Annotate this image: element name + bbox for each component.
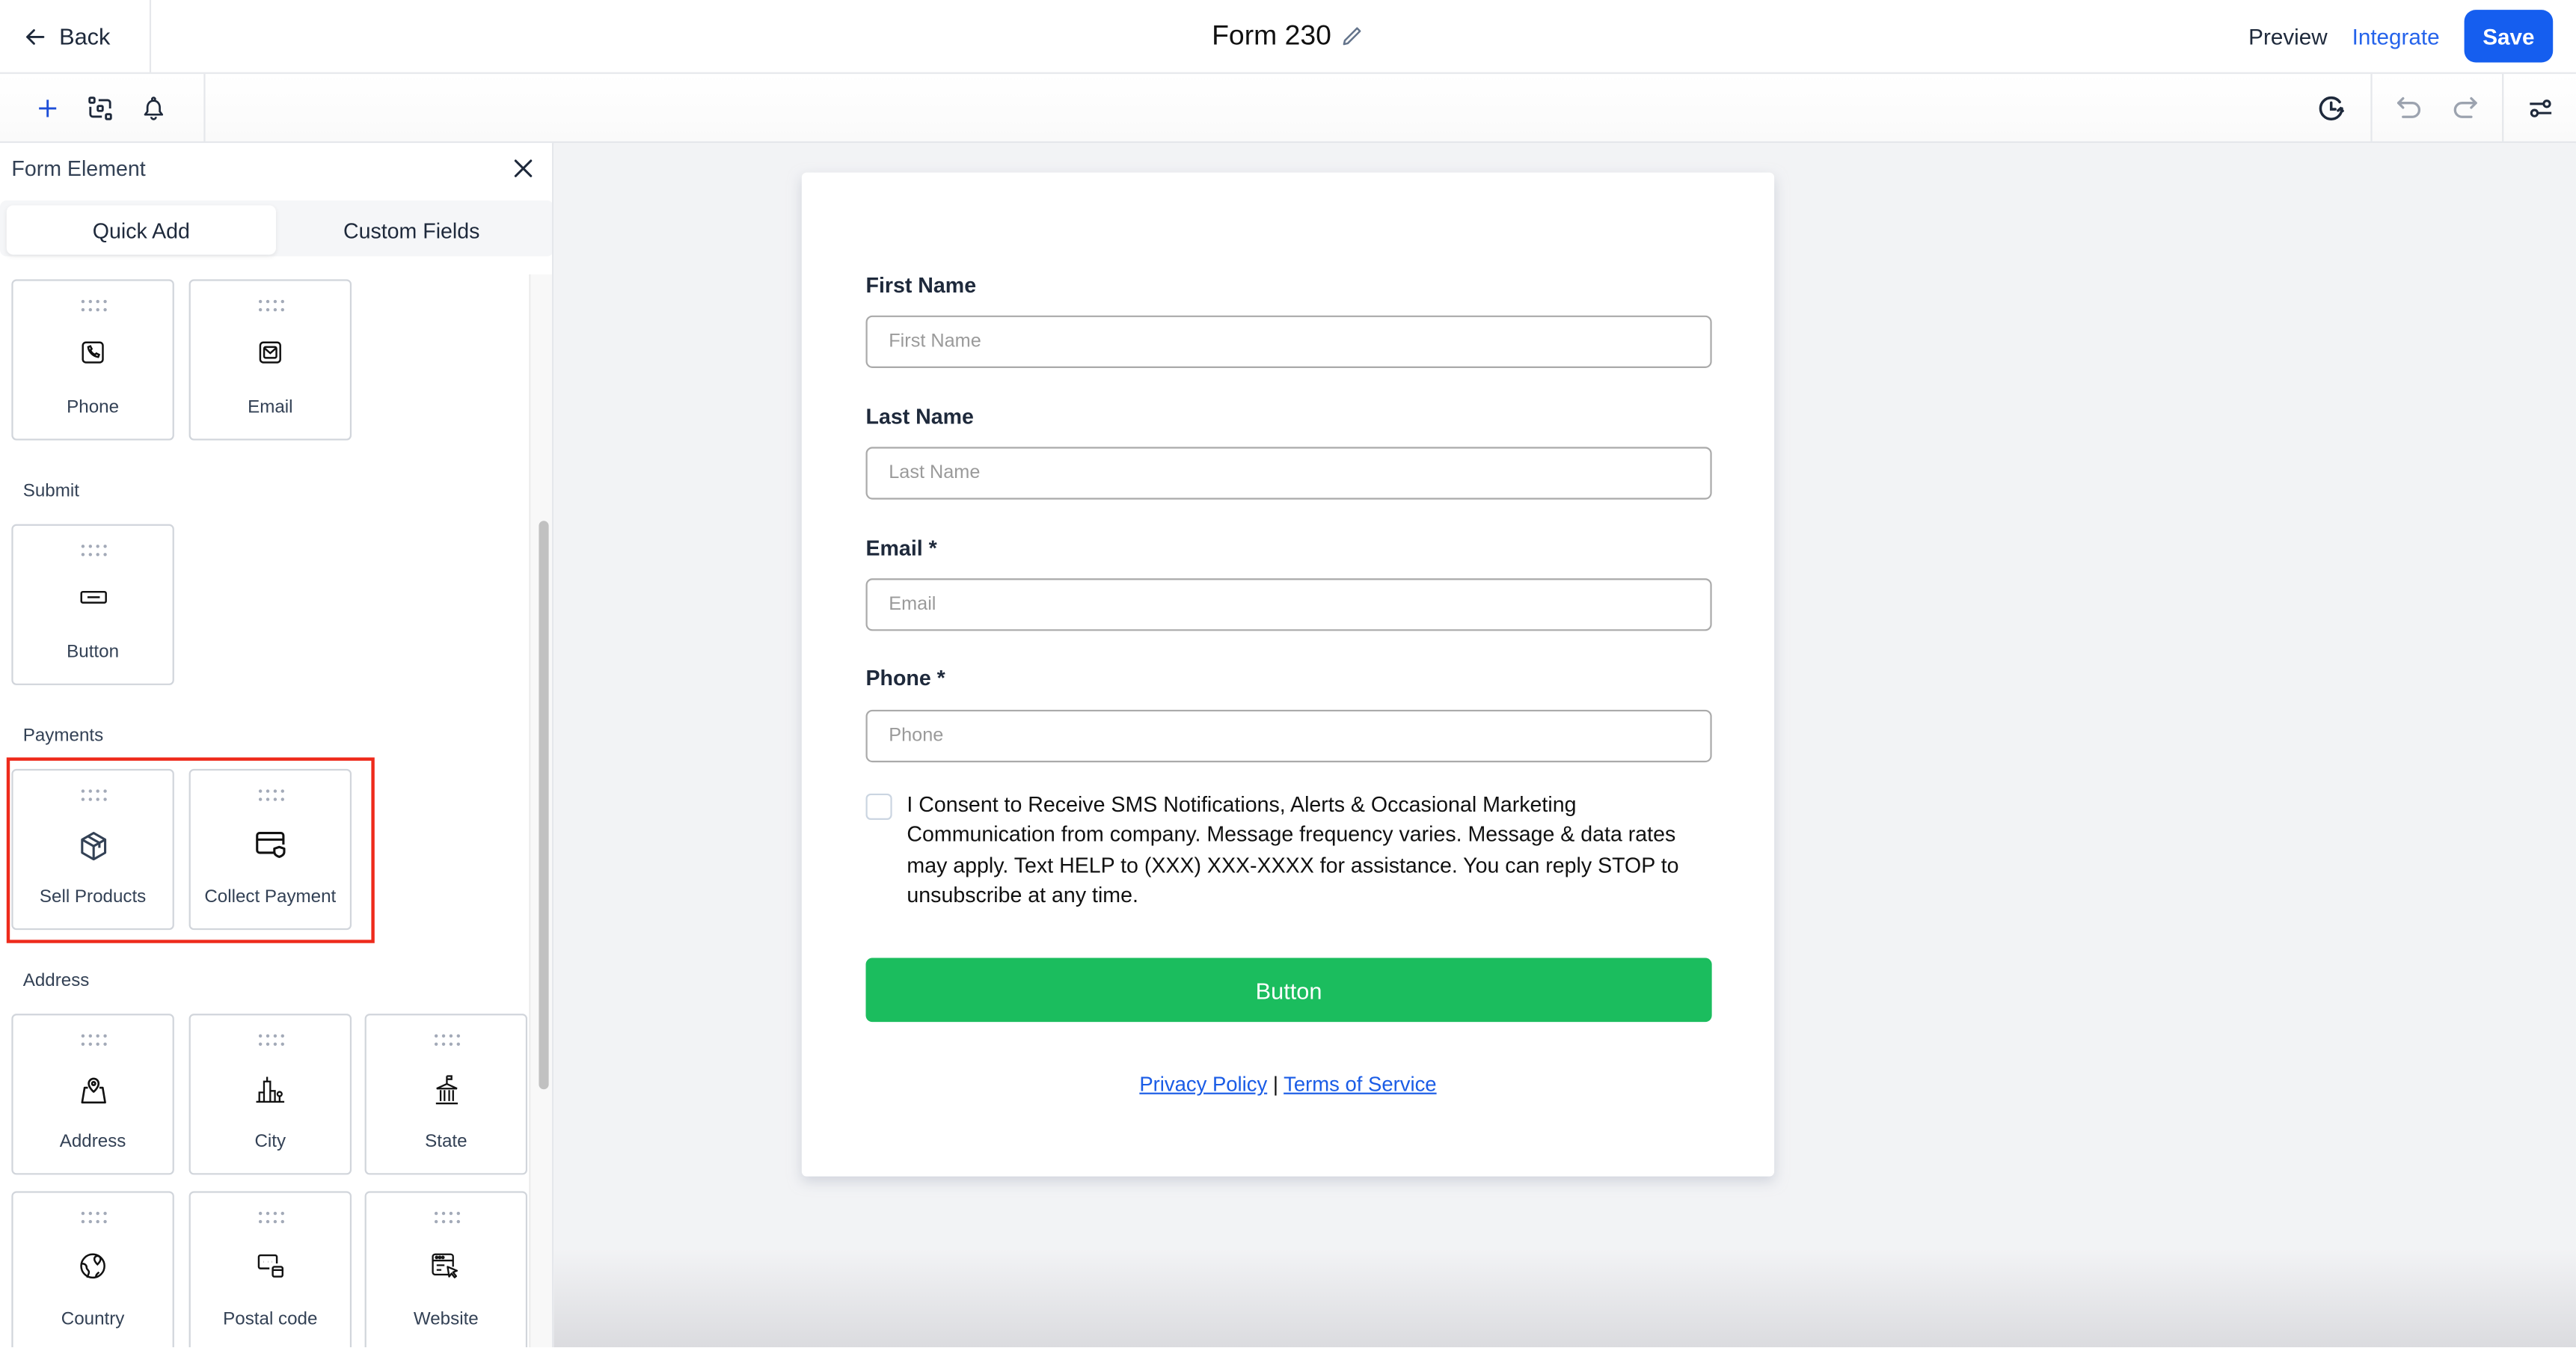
- back-button[interactable]: Back: [0, 0, 152, 73]
- capitol-icon: [435, 1075, 457, 1105]
- element-tile-email[interactable]: Email: [188, 279, 352, 441]
- layout-icon[interactable]: [87, 94, 113, 120]
- first-name-input[interactable]: [865, 315, 1712, 368]
- drag-handle-icon: [258, 789, 284, 801]
- element-label: State: [425, 1132, 467, 1152]
- form-canvas: First Name Last Name Email * Phone * I C…: [553, 143, 2576, 1348]
- drag-handle-icon: [81, 1034, 107, 1047]
- element-label: Address: [59, 1132, 126, 1152]
- section-label-submit: Submit: [22, 481, 79, 501]
- drag-handle-icon: [258, 1211, 284, 1224]
- element-tile-state[interactable]: State: [364, 1014, 528, 1175]
- tab-quick-add[interactable]: Quick Add: [6, 205, 276, 255]
- last-name-input[interactable]: [865, 447, 1712, 500]
- settings-sliders-icon[interactable]: [2528, 98, 2553, 117]
- section-label-payments: Payments: [22, 726, 104, 747]
- drag-handle-icon: [81, 299, 107, 312]
- form-title[interactable]: Form 230: [1212, 19, 1331, 52]
- element-tile-country[interactable]: Country: [11, 1191, 174, 1348]
- map-pin-icon: [80, 1077, 105, 1104]
- form-submit-button[interactable]: Button: [865, 958, 1712, 1023]
- drag-handle-icon: [434, 1211, 460, 1224]
- top-bar: Back Form 230 Preview Integrate Save: [0, 0, 2576, 74]
- website-icon: [432, 1253, 459, 1278]
- tab-custom-fields[interactable]: Custom Fields: [276, 206, 547, 255]
- form-preview-card: First Name Last Name Email * Phone * I C…: [801, 172, 1775, 1177]
- element-tile-address[interactable]: Address: [11, 1014, 174, 1175]
- legal-separator: |: [1272, 1073, 1279, 1096]
- redo-icon[interactable]: [2451, 95, 2479, 120]
- drag-handle-icon: [81, 545, 107, 557]
- panel-tabs: Quick Add Custom Fields: [0, 200, 552, 257]
- card-shield-icon: [255, 832, 285, 858]
- form-element-panel: Form Element Quick Add Custom Fields Pho…: [0, 143, 554, 1348]
- terms-of-service-link[interactable]: Terms of Service: [1284, 1073, 1436, 1096]
- history-icon[interactable]: [2316, 93, 2346, 123]
- email-icon: [259, 341, 281, 364]
- email-input[interactable]: [865, 578, 1712, 631]
- element-tile-postal-code[interactable]: Postal code: [188, 1191, 352, 1348]
- drag-handle-icon: [81, 789, 107, 801]
- drag-handle-icon: [81, 1211, 107, 1224]
- element-tile-sell-products[interactable]: Sell Products: [11, 768, 174, 931]
- phone-label: Phone *: [865, 665, 945, 690]
- last-name-label: Last Name: [865, 404, 974, 429]
- sms-consent: I Consent to Receive SMS Notifications, …: [865, 790, 1712, 910]
- globe-icon: [80, 1253, 105, 1279]
- element-tile-button[interactable]: Button: [11, 524, 174, 685]
- undo-icon[interactable]: [2395, 95, 2423, 120]
- element-label: Postal code: [223, 1309, 318, 1329]
- save-button[interactable]: Save: [2464, 10, 2554, 63]
- drag-handle-icon: [258, 299, 284, 312]
- preview-button[interactable]: Preview: [2248, 24, 2327, 49]
- consent-text: I Consent to Receive SMS Notifications, …: [907, 791, 1679, 907]
- phone-icon: [82, 341, 104, 364]
- element-label: Sell Products: [39, 887, 147, 907]
- element-tile-website[interactable]: Website: [364, 1191, 528, 1348]
- city-icon: [256, 1076, 285, 1103]
- pencil-icon[interactable]: [1341, 25, 1364, 48]
- privacy-policy-link[interactable]: Privacy Policy: [1139, 1073, 1267, 1096]
- box-icon: [80, 832, 106, 861]
- element-tile-city[interactable]: City: [188, 1014, 352, 1175]
- section-label-address: Address: [22, 971, 90, 991]
- drag-handle-icon: [258, 1034, 284, 1047]
- panel-scrollbar-thumb[interactable]: [539, 521, 549, 1090]
- panel-title: Form Element: [11, 156, 146, 181]
- element-tile-collect-payment[interactable]: Collect Payment: [188, 768, 352, 931]
- element-tile-phone[interactable]: Phone: [11, 279, 174, 441]
- postal-code-icon: [257, 1254, 283, 1278]
- element-label: City: [254, 1132, 286, 1152]
- element-label: Phone: [67, 397, 120, 417]
- close-icon[interactable]: [512, 158, 534, 180]
- panel-scrollbar[interactable]: [529, 274, 552, 1348]
- bell-icon[interactable]: [141, 94, 166, 120]
- element-label: Email: [248, 397, 293, 417]
- phone-input[interactable]: [865, 709, 1712, 763]
- first-name-label: First Name: [865, 272, 977, 298]
- consent-checkbox[interactable]: [865, 793, 892, 821]
- toolbar: [0, 73, 2576, 145]
- drag-handle-icon: [434, 1034, 460, 1047]
- arrow-left-icon: [26, 28, 45, 44]
- integrate-button[interactable]: Integrate: [2352, 24, 2440, 49]
- email-label: Email *: [865, 536, 937, 560]
- element-label: Country: [61, 1309, 125, 1329]
- back-label: Back: [59, 22, 111, 49]
- element-label: Website: [413, 1309, 479, 1329]
- legal-links: Privacy Policy | Terms of Service: [802, 1073, 1774, 1096]
- element-label: Button: [67, 642, 120, 663]
- form-builder-app: Back Form 230 Preview Integrate Save Fir…: [0, 0, 2576, 1348]
- plus-icon[interactable]: [36, 96, 59, 119]
- button-icon: [79, 590, 106, 604]
- element-label: Collect Payment: [204, 887, 337, 907]
